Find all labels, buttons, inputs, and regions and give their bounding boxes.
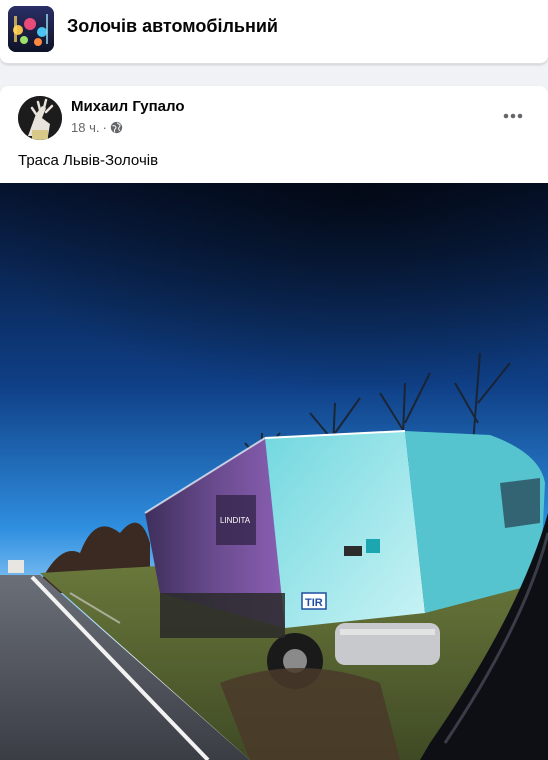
tir-badge: TIR [305,597,323,609]
author-avatar[interactable] [18,96,62,140]
post-photo[interactable]: LINDITA TIR [0,183,548,760]
group-header: Золочів автомобільний [0,0,548,64]
truck-accident-photo: LINDITA TIR [0,183,548,760]
globe-icon [110,121,123,134]
author-name[interactable]: Михаил Гупало [71,98,185,115]
meta-separator: · [102,120,107,135]
group-title[interactable]: Золочів автомобільний [67,16,278,37]
group-avatar[interactable] [8,6,54,52]
post-card: Михаил Гупало 18 ч. · Траса Львів-Золочі… [0,86,548,760]
more-dots-icon [503,113,523,119]
author-avatar-image [18,96,62,140]
post-meta: 18 ч. · [71,120,123,135]
trailer-brand-text: LINDITA [220,516,251,525]
more-options-button[interactable] [496,104,530,128]
post-time[interactable]: 18 ч. [71,120,99,135]
post-text: Траса Львів-Золочів [18,152,159,169]
group-avatar-image [8,6,54,52]
